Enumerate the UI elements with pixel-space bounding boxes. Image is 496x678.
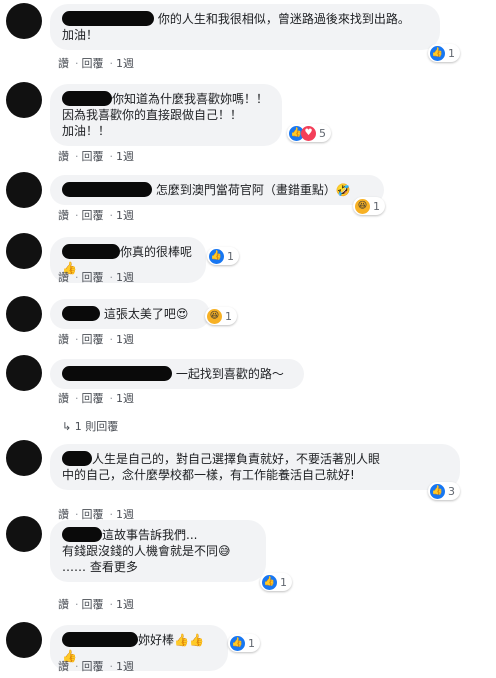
redacted-name [62, 11, 154, 26]
avatar[interactable] [6, 82, 42, 118]
redacted-name [62, 632, 138, 647]
redacted-name [62, 306, 100, 321]
like-icon: 👍 [430, 483, 445, 499]
timestamp[interactable]: 1週 [116, 271, 134, 284]
comment-actions: 讚 · 回覆 · 1週 [58, 209, 134, 222]
avatar[interactable] [6, 440, 42, 476]
see-more-link[interactable]: 查看更多 [90, 560, 138, 574]
like-icon: 👍 [430, 45, 445, 61]
redacted-name [62, 366, 172, 381]
haha-icon: 😆 [207, 308, 222, 324]
like-icon: 👍 [230, 635, 245, 651]
comment-bubble: 你的人生和我很相似，曾迷路過後來找到出路。 加油！ [50, 4, 440, 50]
like-icon: 👍 [209, 248, 224, 264]
timestamp[interactable]: 1週 [116, 598, 134, 611]
avatar[interactable] [6, 622, 42, 658]
like-button[interactable]: 讚 [58, 150, 69, 163]
reply-button[interactable]: 回覆 [82, 333, 104, 346]
avatar[interactable] [6, 296, 42, 332]
timestamp[interactable]: 1週 [116, 57, 134, 70]
comment-bubble: 你知道為什麼我喜歡妳嗎！！ 因為我喜歡你的直接跟做自己！！ 加油！！ [50, 84, 282, 146]
comment-text-line2: 有錢跟沒錢的人機會就是不同😅 [62, 544, 231, 558]
haha-icon: 😆 [355, 198, 370, 214]
redacted-name [62, 244, 120, 259]
comment-bubble: 一起找到喜歡的路～ [50, 359, 304, 389]
comment-actions: 讚 · 回覆 · 1週 [58, 271, 134, 284]
avatar[interactable] [6, 233, 42, 269]
reaction-summary[interactable]: 😆 1 [205, 307, 237, 325]
avatar[interactable] [6, 3, 42, 39]
reply-button[interactable]: 回覆 [82, 209, 104, 222]
reply-button[interactable]: 回覆 [82, 598, 104, 611]
comment-actions: 讚 · 回覆 · 1週 [58, 150, 134, 163]
like-button[interactable]: 讚 [58, 209, 69, 222]
timestamp[interactable]: 1週 [116, 660, 134, 673]
timestamp[interactable]: 1週 [116, 392, 134, 405]
like-button[interactable]: 讚 [58, 392, 69, 405]
comment-actions: 讚 · 回覆 · 1週 [58, 333, 134, 346]
comment-actions: 讚 · 回覆 · 1週 [58, 392, 134, 405]
avatar[interactable] [6, 355, 42, 391]
reaction-summary[interactable]: 👍 1 [207, 247, 239, 265]
reply-button[interactable]: 回覆 [82, 392, 104, 405]
comment-bubble: 人生是自己的，對自己選擇負責就好，不要活著別人眼 中的自己，念什麼學校都一樣，有… [50, 444, 460, 490]
reply-button[interactable]: 回覆 [82, 271, 104, 284]
like-icon: 👍 [262, 574, 277, 590]
comment-bubble: 怎麼到澳門當荷官阿（畫錯重點）🤣 [50, 175, 384, 205]
timestamp[interactable]: 1週 [116, 150, 134, 163]
redacted-name [62, 527, 102, 542]
redacted-name [62, 91, 112, 106]
comment-text: 一起找到喜歡的路～ [175, 367, 284, 381]
comment-actions: 讚 · 回覆 · 1週 [58, 660, 134, 673]
comment-text: 這張太美了吧😍 [103, 307, 189, 321]
reaction-summary[interactable]: 👍 1 [428, 44, 460, 62]
like-button[interactable]: 讚 [58, 598, 69, 611]
reply-button[interactable]: 回覆 [82, 57, 104, 70]
reply-arrow-icon: ↳ [62, 420, 72, 433]
comment-text: 這故事告訴我們... [102, 528, 198, 542]
reply-button[interactable]: 回覆 [82, 150, 104, 163]
reaction-summary[interactable]: 😆 1 [353, 197, 385, 215]
avatar[interactable] [6, 516, 42, 552]
like-button[interactable]: 讚 [58, 333, 69, 346]
comment-bubble: 這張太美了吧😍 [50, 299, 210, 329]
like-button[interactable]: 讚 [58, 271, 69, 284]
like-button[interactable]: 讚 [58, 57, 69, 70]
comment-actions: 讚 · 回覆 · 1週 [58, 598, 134, 611]
comment-actions: 讚 · 回覆 · 1週 [58, 57, 134, 70]
reaction-summary[interactable]: 👍 1 [228, 634, 260, 652]
comment-text: 怎麼到澳門當荷官阿（畫錯重點）🤣 [155, 183, 351, 197]
redacted-name [62, 182, 152, 197]
reaction-summary[interactable]: 👍 3 [428, 482, 460, 500]
comment-text: 人生是自己的，對自己選擇負責就好，不要活著別人眼 中的自己，念什麼學校都一樣，有… [62, 452, 381, 482]
avatar[interactable] [6, 172, 42, 208]
reply-button[interactable]: 回覆 [82, 660, 104, 673]
timestamp[interactable]: 1週 [116, 209, 134, 222]
view-replies-link[interactable]: ↳ 1 則回覆 [62, 418, 118, 434]
comment-bubble: 這故事告訴我們... 有錢跟沒錢的人機會就是不同😅 …… 查看更多 [50, 520, 266, 582]
reaction-summary[interactable]: 👍 1 [260, 573, 292, 591]
like-button[interactable]: 讚 [58, 660, 69, 673]
reaction-summary[interactable]: 👍 ♥ 5 [287, 124, 331, 142]
redacted-name [62, 451, 92, 466]
heart-icon: ♥ [301, 125, 316, 141]
timestamp[interactable]: 1週 [116, 333, 134, 346]
